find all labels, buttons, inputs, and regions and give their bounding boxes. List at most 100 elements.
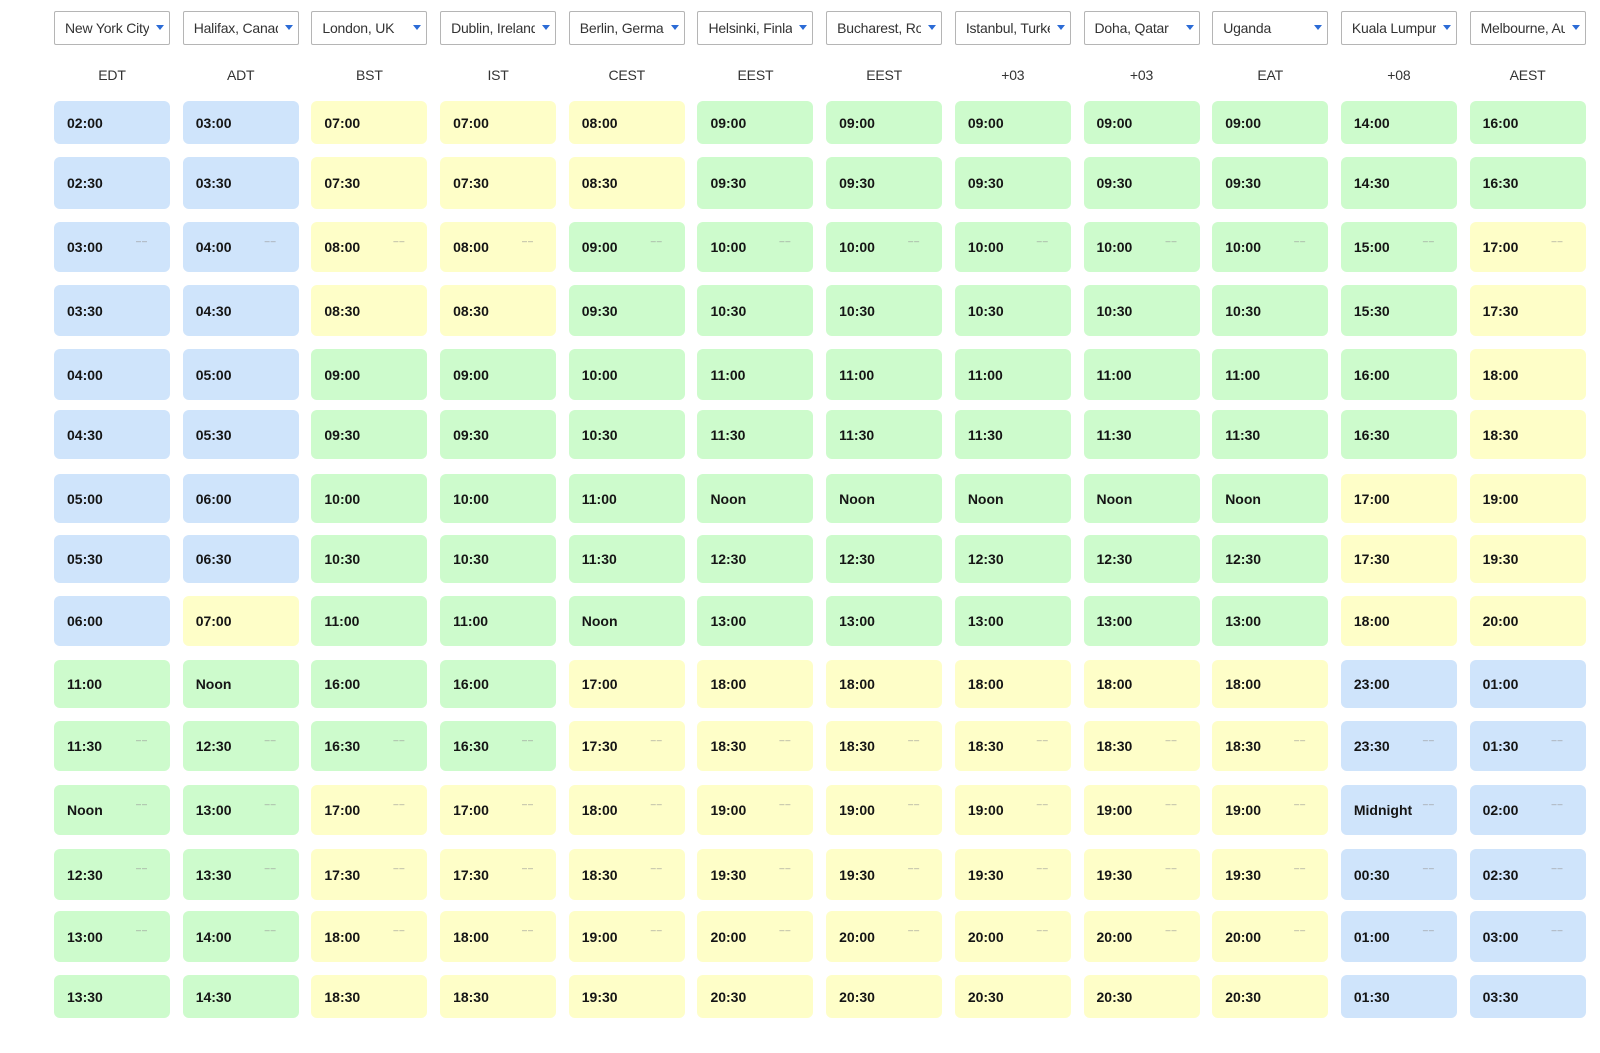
time-cell[interactable]: 10:00 –– [826, 222, 943, 272]
time-cell[interactable]: 08:00 –– [440, 222, 557, 272]
time-cell[interactable]: Noon –– [54, 785, 170, 835]
time-cell[interactable]: 09:30 [1083, 157, 1200, 209]
time-cell[interactable]: 20:30 [826, 975, 943, 1018]
time-cell[interactable]: 09:00 [954, 101, 1071, 144]
time-cell[interactable]: 08:30 [568, 157, 685, 209]
time-cell[interactable]: 19:30 [568, 975, 685, 1018]
time-cell[interactable]: 19:30 –– [826, 849, 943, 900]
time-cell[interactable]: 11:00 [568, 474, 685, 523]
time-cell[interactable]: 09:30 [311, 410, 428, 459]
time-cell[interactable]: 01:30 –– [1469, 721, 1586, 771]
time-cell[interactable]: 10:30 [954, 285, 1071, 336]
time-cell[interactable]: 18:00 [826, 660, 943, 708]
time-cell[interactable]: 10:00 [568, 349, 685, 400]
time-cell[interactable]: 18:00 –– [311, 911, 428, 962]
time-cell[interactable]: Noon [1083, 474, 1200, 523]
time-cell[interactable]: 01:00 –– [1340, 911, 1457, 962]
time-cell[interactable]: 09:00 [1083, 101, 1200, 144]
time-cell[interactable]: 10:00 –– [697, 222, 814, 272]
city-select-london-uk[interactable]: London, UK [311, 11, 428, 45]
time-cell[interactable]: 00:30 –– [1340, 849, 1457, 900]
time-cell[interactable]: 10:30 [1212, 285, 1329, 336]
time-cell[interactable]: 18:00 –– [440, 911, 557, 962]
time-cell[interactable]: 08:30 [440, 285, 557, 336]
time-cell[interactable]: 09:00 [697, 101, 814, 144]
time-cell[interactable]: 18:30 [311, 975, 428, 1018]
time-cell[interactable]: 11:00 [697, 349, 814, 400]
time-cell[interactable]: 10:30 [697, 285, 814, 336]
time-cell[interactable]: 16:30 –– [311, 721, 428, 771]
city-select-bucharest-romania[interactable]: Bucharest, Romania [826, 11, 943, 45]
time-cell[interactable]: 19:00 –– [826, 785, 943, 835]
time-cell[interactable]: 12:30 [826, 535, 943, 583]
time-cell[interactable]: 19:30 –– [1212, 849, 1329, 900]
time-cell[interactable]: 16:00 [440, 660, 557, 708]
time-cell[interactable]: 09:00 –– [568, 222, 685, 272]
time-cell[interactable]: 18:00 [697, 660, 814, 708]
time-cell[interactable]: 19:30 –– [954, 849, 1071, 900]
time-cell[interactable]: 02:00 [54, 101, 170, 144]
time-cell[interactable]: 19:30 –– [1083, 849, 1200, 900]
time-cell[interactable]: 09:00 [311, 349, 428, 400]
time-cell[interactable]: 11:30 [954, 410, 1071, 459]
time-cell[interactable]: 16:00 [311, 660, 428, 708]
time-cell[interactable]: 17:30 –– [568, 721, 685, 771]
time-cell[interactable]: 05:00 [54, 474, 170, 523]
time-cell[interactable]: 08:00 [568, 101, 685, 144]
time-cell[interactable]: 03:00 –– [54, 222, 170, 272]
time-cell[interactable]: 06:30 [182, 535, 299, 583]
time-cell[interactable]: 10:30 [311, 535, 428, 583]
time-cell[interactable]: 02:30 –– [1469, 849, 1586, 900]
time-cell[interactable]: 13:30 [54, 975, 170, 1018]
time-cell[interactable]: 11:00 [54, 660, 170, 708]
time-cell[interactable]: 09:30 [1212, 157, 1329, 209]
time-cell[interactable]: 17:30 [1340, 535, 1457, 583]
time-cell[interactable]: 11:30 [1212, 410, 1329, 459]
time-cell[interactable]: 11:30 [568, 535, 685, 583]
time-cell[interactable]: 10:30 [1083, 285, 1200, 336]
time-cell[interactable]: 20:30 [1212, 975, 1329, 1018]
time-cell[interactable]: Noon [826, 474, 943, 523]
time-cell[interactable]: 09:30 [954, 157, 1071, 209]
time-cell[interactable]: 09:30 [826, 157, 943, 209]
time-cell[interactable]: Noon [182, 660, 299, 708]
time-cell[interactable]: 17:30 –– [440, 849, 557, 900]
time-cell[interactable]: 13:30 –– [182, 849, 299, 900]
time-cell[interactable]: 02:00 –– [1469, 785, 1586, 835]
time-cell[interactable]: 20:00 –– [1212, 911, 1329, 962]
time-cell[interactable]: 03:30 [1469, 975, 1586, 1018]
time-cell[interactable]: 16:00 [1469, 101, 1586, 144]
time-cell[interactable]: 11:30 –– [54, 721, 170, 771]
time-cell[interactable]: 04:00 [54, 349, 170, 400]
time-cell[interactable]: 14:30 [1340, 157, 1457, 209]
time-cell[interactable]: 18:30 –– [697, 721, 814, 771]
time-cell[interactable]: 08:00 –– [311, 222, 428, 272]
time-cell[interactable]: 10:30 [440, 535, 557, 583]
time-cell[interactable]: 03:00 [182, 101, 299, 144]
time-cell[interactable]: 11:30 [1083, 410, 1200, 459]
time-cell[interactable]: 17:30 [1469, 285, 1586, 336]
time-cell[interactable]: 14:30 [182, 975, 299, 1018]
time-cell[interactable]: 18:00 [954, 660, 1071, 708]
time-cell[interactable]: 10:00 [440, 474, 557, 523]
time-cell[interactable]: 20:30 [954, 975, 1071, 1018]
time-cell[interactable]: 13:00 [1212, 596, 1329, 646]
time-cell[interactable]: 18:30 –– [826, 721, 943, 771]
time-cell[interactable]: 13:00 [1083, 596, 1200, 646]
time-cell[interactable]: 15:30 [1340, 285, 1457, 336]
time-cell[interactable]: 12:30 [954, 535, 1071, 583]
time-cell[interactable]: 18:30 [440, 975, 557, 1018]
time-cell[interactable]: 20:30 [697, 975, 814, 1018]
time-cell[interactable]: 11:30 [697, 410, 814, 459]
time-cell[interactable]: 15:00 –– [1340, 222, 1457, 272]
time-cell[interactable]: 01:00 [1469, 660, 1586, 708]
city-select-berlin-germany[interactable]: Berlin, Germany [568, 11, 685, 45]
time-cell[interactable]: Noon [568, 596, 685, 646]
time-cell[interactable]: 18:30 –– [568, 849, 685, 900]
time-cell[interactable]: 20:00 –– [826, 911, 943, 962]
time-cell[interactable]: 17:00 –– [311, 785, 428, 835]
time-cell[interactable]: 06:00 [54, 596, 170, 646]
time-cell[interactable]: 16:00 [1340, 349, 1457, 400]
time-cell[interactable]: 18:00 [1469, 349, 1586, 400]
city-select-doha-qatar[interactable]: Doha, Qatar [1083, 11, 1200, 45]
